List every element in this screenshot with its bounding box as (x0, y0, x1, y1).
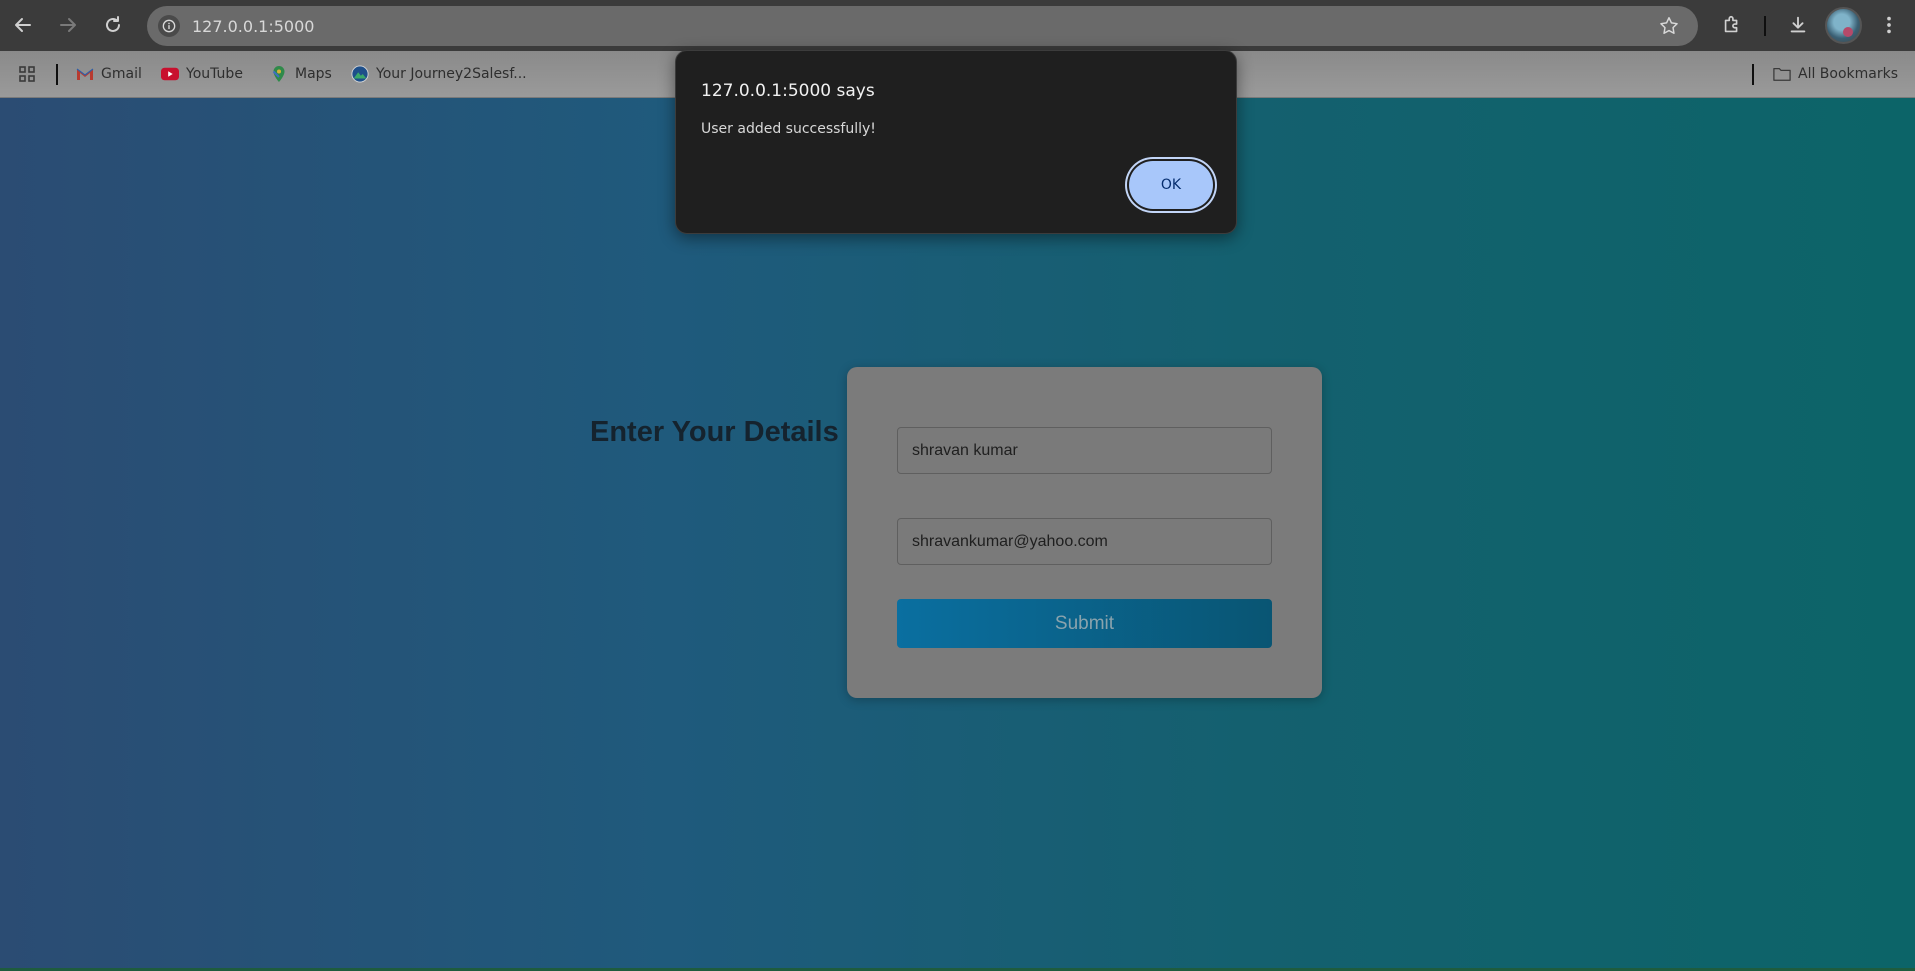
folder-icon (1773, 65, 1791, 83)
forward-button[interactable] (55, 12, 81, 38)
youtube-icon (161, 65, 179, 83)
bookmark-maps[interactable]: Maps (270, 63, 332, 85)
apps-grid-icon (18, 65, 36, 83)
submit-button[interactable]: Submit (897, 599, 1272, 648)
dialog-message: User added successfully! (701, 121, 876, 137)
alert-dialog: 127.0.0.1:5000 says User added successfu… (675, 50, 1237, 234)
gmail-icon (76, 65, 94, 83)
email-input[interactable]: shravankumar@yahoo.com (897, 518, 1272, 565)
bookmarks-divider (56, 64, 58, 85)
bookmark-star-icon[interactable] (1658, 15, 1680, 37)
arrow-left-icon (15, 18, 31, 32)
bookmark-label: Gmail (101, 66, 142, 82)
all-bookmarks-label: All Bookmarks (1798, 66, 1899, 82)
reload-icon (106, 16, 120, 32)
arrow-right-icon (60, 18, 76, 32)
apps-button[interactable] (18, 63, 36, 85)
bookmark-journey2salesforce[interactable]: Your Journey2Salesf... (351, 63, 527, 85)
reload-button[interactable] (100, 12, 126, 38)
page-heading: Enter Your Details (590, 416, 839, 448)
trailhead-icon (351, 65, 369, 83)
browser-toolbar: 127.0.0.1:5000 (0, 0, 1915, 51)
name-input-value: shravan kumar (912, 441, 1018, 459)
bookmark-label: YouTube (186, 66, 243, 82)
address-bar[interactable]: 127.0.0.1:5000 (147, 6, 1698, 46)
dialog-title: 127.0.0.1:5000 says (701, 81, 875, 101)
puzzle-icon (1724, 15, 1738, 33)
maps-icon (270, 65, 288, 83)
more-vertical-icon (1887, 16, 1891, 34)
url-text[interactable]: 127.0.0.1:5000 (192, 17, 314, 36)
profile-avatar[interactable] (1825, 7, 1862, 44)
extensions-button[interactable] (1720, 13, 1744, 37)
bookmark-youtube[interactable]: YouTube (161, 63, 243, 85)
bookmark-gmail[interactable]: Gmail (76, 63, 142, 85)
bookmarks-divider (1752, 64, 1754, 85)
browser-menu-button[interactable] (1877, 13, 1901, 37)
details-form: shravan kumar shravankumar@yahoo.com Sub… (847, 367, 1322, 698)
ok-button[interactable]: OK (1129, 161, 1213, 209)
bookmark-label: Your Journey2Salesf... (376, 66, 527, 82)
bookmark-label: Maps (295, 66, 332, 82)
download-icon (1790, 16, 1806, 33)
downloads-button[interactable] (1786, 13, 1810, 37)
email-input-value: shravankumar@yahoo.com (912, 532, 1108, 550)
toolbar-divider (1764, 16, 1766, 36)
back-button[interactable] (10, 12, 36, 38)
name-input[interactable]: shravan kumar (897, 427, 1272, 474)
site-info-icon[interactable] (158, 15, 180, 37)
all-bookmarks-button[interactable]: All Bookmarks (1773, 63, 1898, 85)
